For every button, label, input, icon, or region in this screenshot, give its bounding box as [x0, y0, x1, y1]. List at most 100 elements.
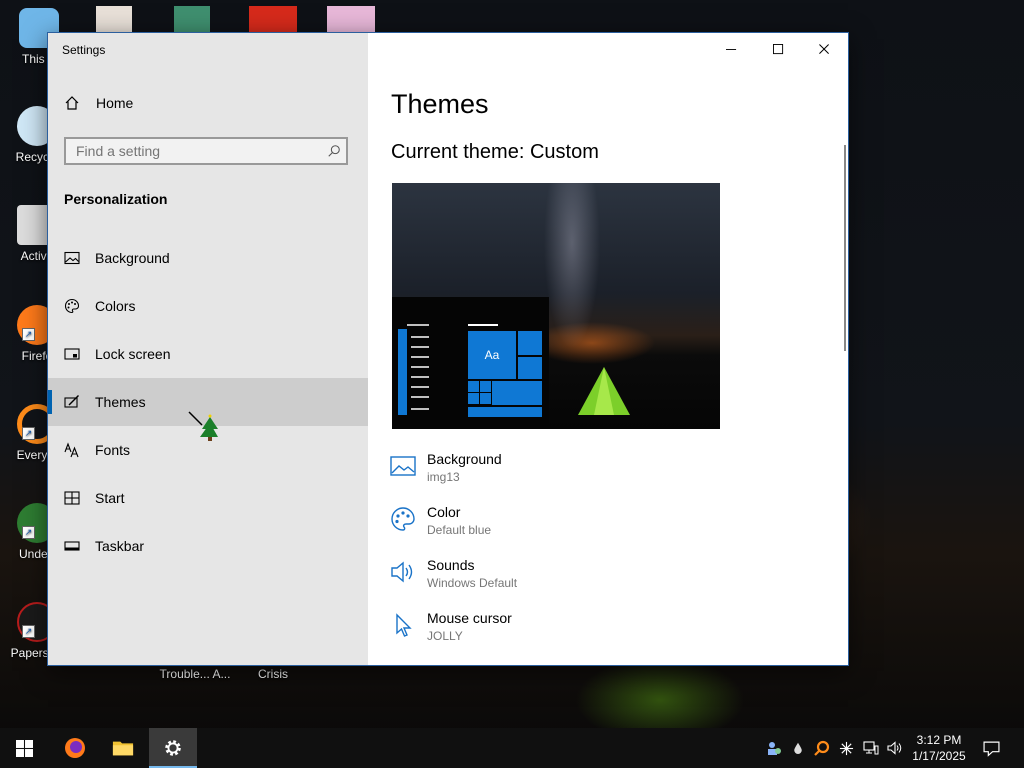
- content-scrollbar[interactable]: [844, 145, 846, 351]
- taskbar-file-explorer[interactable]: [99, 728, 147, 768]
- cursor-icon: [396, 613, 412, 637]
- close-icon: [818, 43, 829, 54]
- preview-tile: [518, 357, 542, 379]
- property-name: Color: [427, 504, 461, 520]
- preview-tile: [518, 331, 542, 355]
- property-value: Windows Default: [427, 576, 518, 590]
- desktop-icon-app[interactable]: [174, 6, 210, 34]
- firefox-icon: [65, 738, 85, 758]
- tray-snowflake-icon[interactable]: [836, 728, 856, 768]
- shortcut-arrow-icon: ↗: [22, 625, 35, 638]
- nav-item-label: Lock screen: [95, 346, 171, 362]
- taskbar-icon: [64, 538, 80, 554]
- nav-item-lock-screen[interactable]: Lock screen: [48, 330, 368, 378]
- fonts-icon: [64, 442, 80, 458]
- preview-tile-header: [468, 324, 498, 326]
- notification-icon: [982, 741, 1000, 757]
- taskbar: 3:12 PM 1/17/2025: [0, 728, 1024, 768]
- desktop-icon-app[interactable]: [96, 6, 132, 34]
- volume-icon[interactable]: [884, 728, 906, 768]
- shortcut-arrow-icon: ↗: [22, 328, 35, 341]
- preview-list-lines: [407, 324, 429, 410]
- taskbar-clock[interactable]: 3:12 PM 1/17/2025: [904, 732, 974, 764]
- nav-item-label: Taskbar: [95, 538, 145, 554]
- search-icon[interactable]: [322, 144, 346, 158]
- palette-icon: [391, 507, 415, 531]
- nav-item-label: Colors: [95, 298, 136, 314]
- taskbar-settings[interactable]: [149, 728, 197, 768]
- theme-property-mouse-cursor[interactable]: Mouse cursor JOLLY: [390, 610, 512, 643]
- tray-user-icon[interactable]: [764, 728, 784, 768]
- search-box[interactable]: [64, 137, 348, 165]
- image-icon: [390, 456, 416, 476]
- taskbar-firefox[interactable]: [51, 728, 99, 768]
- windows-logo-icon: [15, 739, 33, 757]
- preview-tile: [468, 407, 542, 417]
- speaker-icon: [391, 561, 413, 583]
- desktop-icon-label[interactable]: Crisis: [236, 667, 310, 681]
- nav-item-label: Background: [95, 250, 170, 266]
- nav-item-start[interactable]: Start: [48, 474, 368, 522]
- nav-item-background[interactable]: Background: [48, 234, 368, 282]
- property-name: Sounds: [427, 557, 475, 573]
- home-icon: [65, 96, 79, 110]
- theme-property-color[interactable]: Color Default blue: [390, 504, 491, 537]
- notification-center-button[interactable]: [978, 728, 1004, 768]
- desktop-icon-app[interactable]: [249, 6, 297, 34]
- page-title: Themes: [391, 89, 489, 119]
- settings-content: Themes Current theme: Custom Aa Backgrou…: [368, 33, 848, 665]
- clock-time: 3:12 PM: [916, 733, 962, 747]
- preview-tile: [492, 381, 542, 405]
- preview-tile: Aa: [468, 331, 516, 379]
- gear-icon: [165, 740, 181, 756]
- themes-icon: [64, 394, 80, 410]
- mouse-cursor-tree-icon: [188, 411, 218, 443]
- preview-tile: [480, 393, 491, 404]
- property-value: Default blue: [427, 523, 492, 537]
- maximize-icon: [772, 43, 783, 54]
- network-icon[interactable]: [860, 728, 882, 768]
- lock-screen-icon: [64, 346, 80, 362]
- window-title: Settings: [62, 43, 106, 57]
- tray-search-app-icon[interactable]: [812, 728, 832, 768]
- nav-item-colors[interactable]: Colors: [48, 282, 368, 330]
- close-button[interactable]: [801, 33, 847, 65]
- settings-sidebar: Settings Home Personalization Background: [48, 33, 368, 665]
- home-label: Home: [96, 95, 134, 111]
- property-name: Background: [427, 451, 502, 467]
- theme-property-sounds[interactable]: Sounds Windows Default: [390, 557, 517, 590]
- preview-tile: [480, 381, 491, 392]
- search-input[interactable]: [66, 142, 322, 160]
- preview-tent: [578, 367, 630, 415]
- start-button[interactable]: [0, 728, 48, 768]
- theme-property-background[interactable]: Background img13: [390, 451, 502, 484]
- nav-item-label: Fonts: [95, 442, 131, 458]
- home-nav-item[interactable]: Home: [64, 95, 133, 111]
- image-icon: [64, 250, 80, 266]
- desktop-icon-app[interactable]: [327, 6, 375, 34]
- nav-item-taskbar[interactable]: Taskbar: [48, 522, 368, 570]
- minimize-button[interactable]: [708, 33, 754, 65]
- nav-item-label: Start: [95, 490, 125, 506]
- preview-start-list: [398, 329, 407, 415]
- property-name: Mouse cursor: [427, 610, 512, 626]
- section-label: Personalization: [64, 191, 168, 207]
- theme-preview: Aa: [392, 183, 720, 429]
- current-theme-heading: Current theme: Custom: [391, 141, 599, 163]
- shortcut-arrow-icon: ↗: [22, 427, 35, 440]
- palette-icon: [64, 298, 80, 314]
- shortcut-arrow-icon: ↗: [22, 526, 35, 539]
- folder-icon: [112, 741, 134, 756]
- tray-drop-icon[interactable]: [788, 728, 808, 768]
- start-icon: [64, 490, 80, 506]
- preview-tile: [468, 393, 479, 404]
- maximize-button[interactable]: [755, 33, 801, 65]
- clock-date: 1/17/2025: [912, 749, 966, 763]
- property-value: img13: [427, 470, 460, 484]
- preview-tile: [468, 381, 479, 392]
- settings-window: Settings Home Personalization Background: [48, 33, 848, 665]
- property-value: JOLLY: [427, 629, 463, 643]
- minimize-icon: [725, 48, 736, 50]
- desktop-icon-label[interactable]: Trouble... A...: [158, 667, 232, 681]
- nav-item-label: Themes: [95, 394, 146, 410]
